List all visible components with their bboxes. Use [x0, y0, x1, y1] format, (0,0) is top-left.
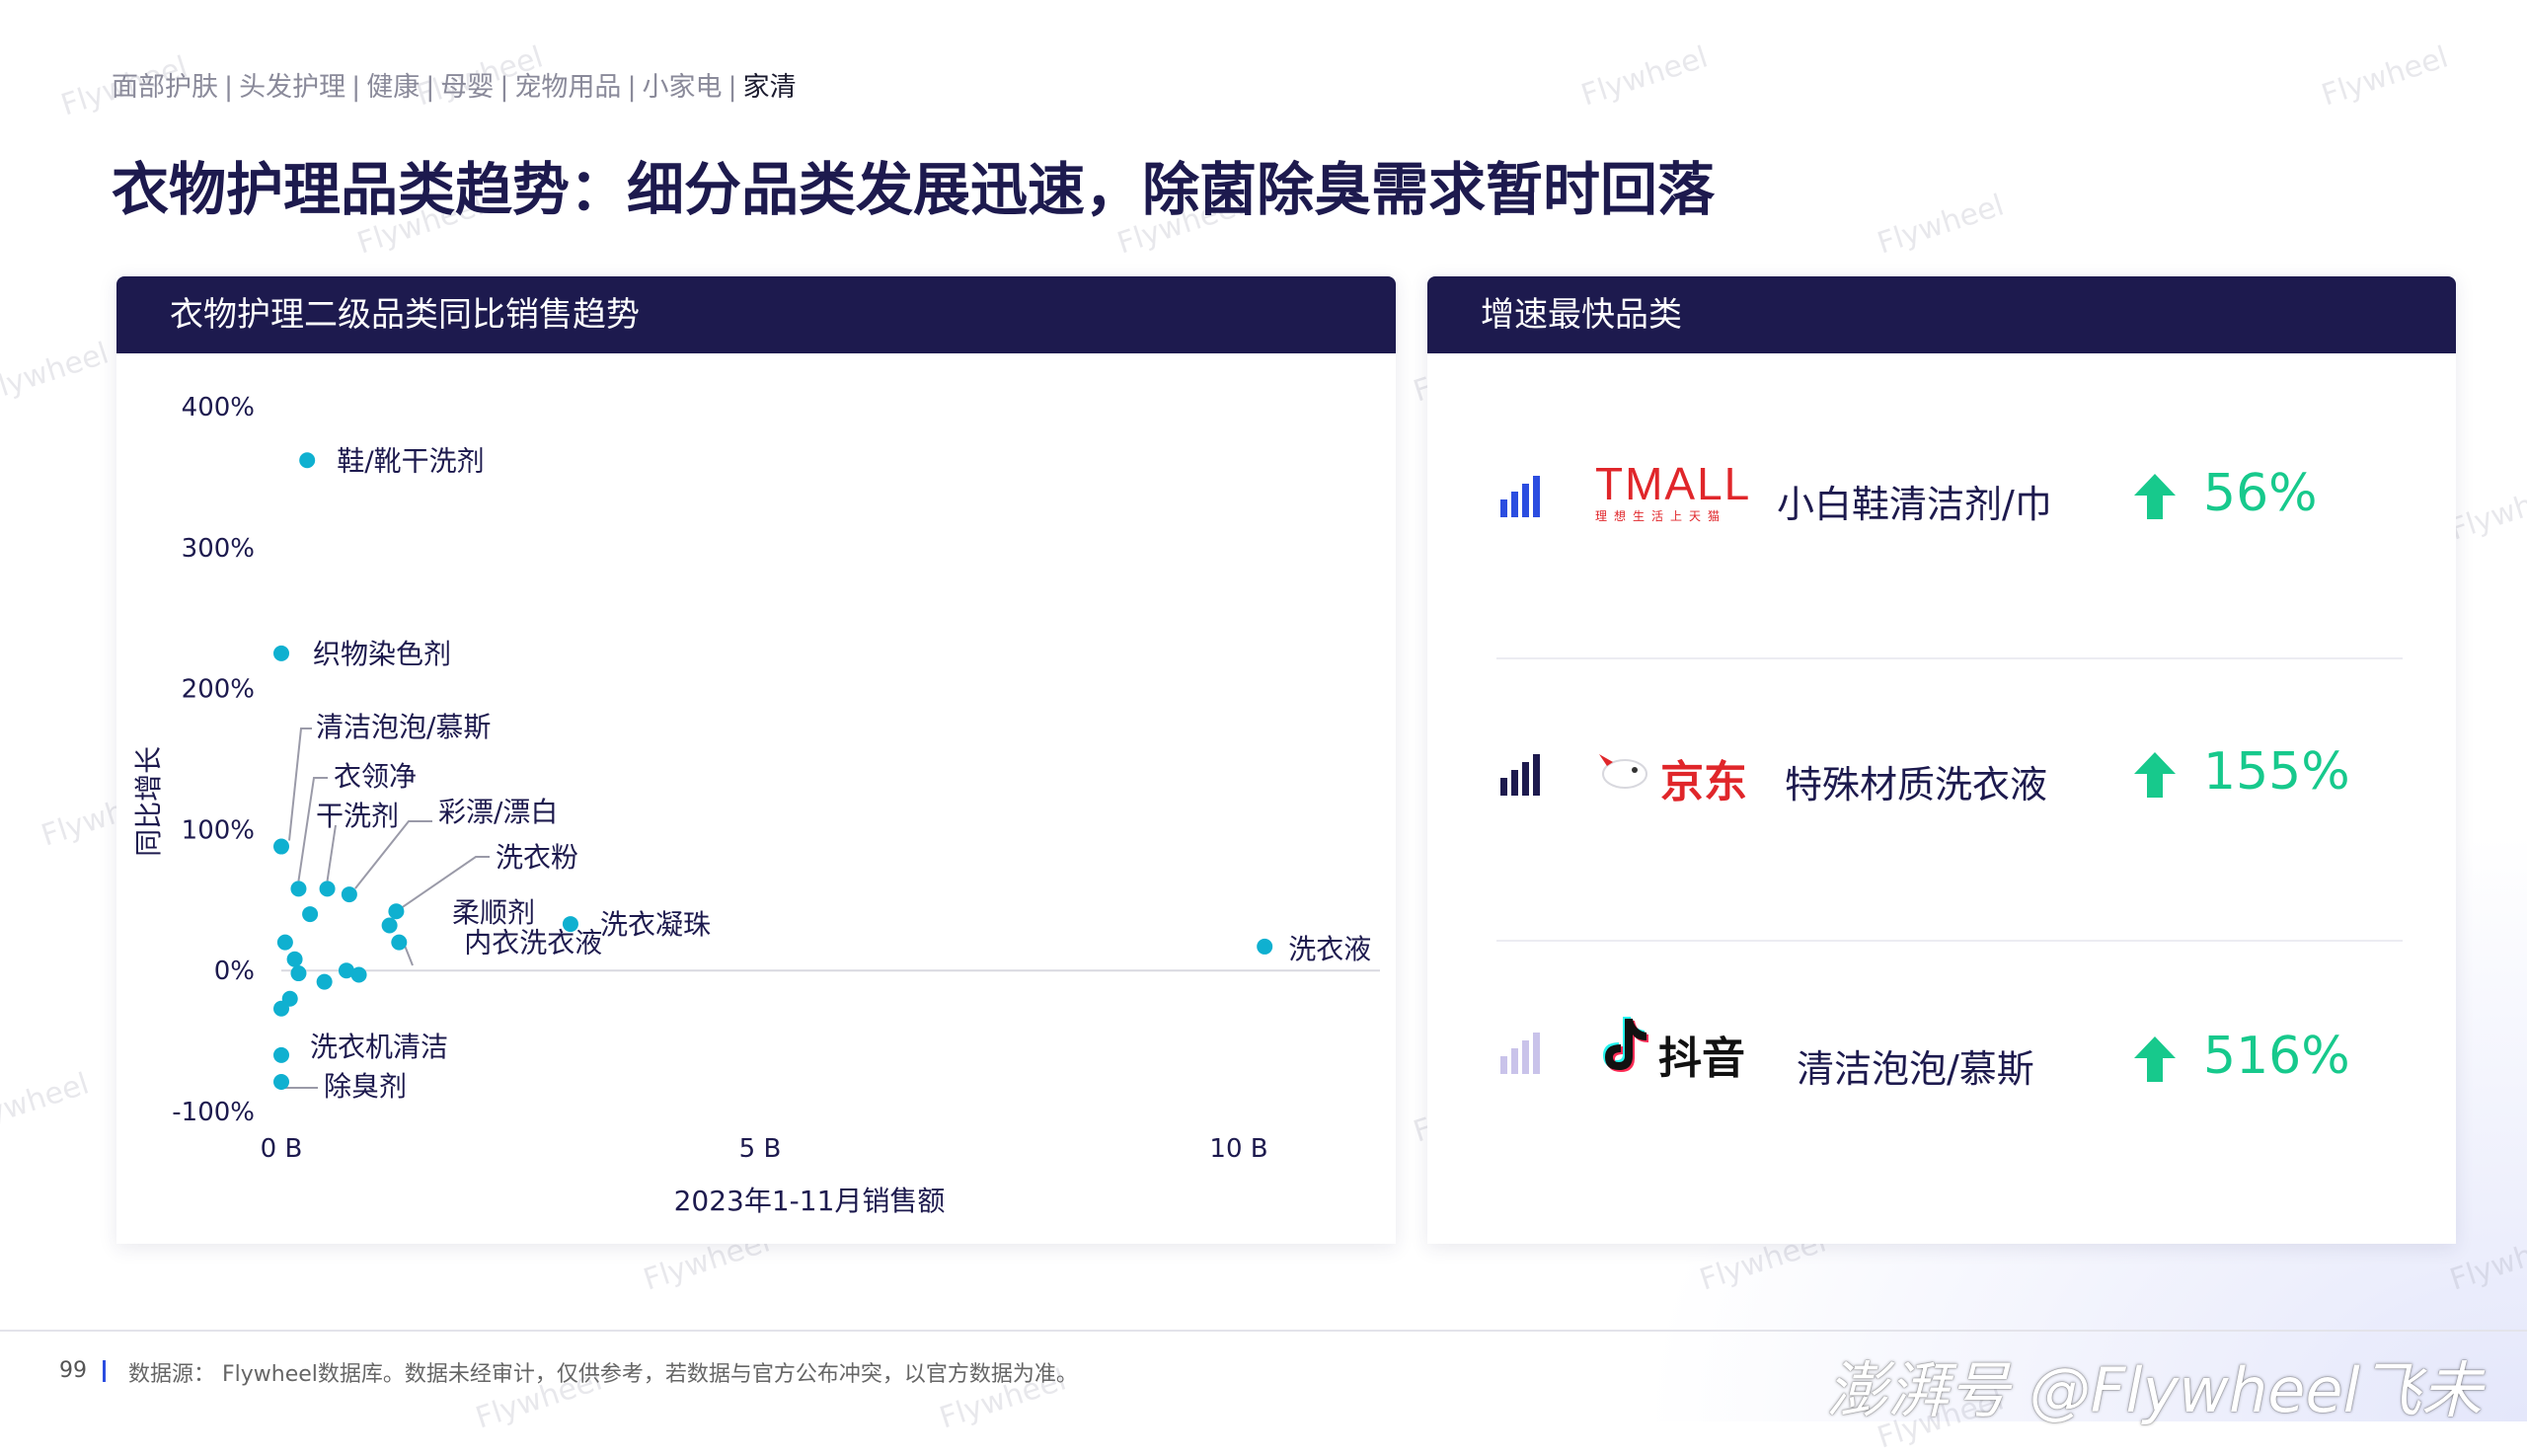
data-label: 洗衣凝珠 [600, 908, 711, 941]
x-tick-label: 5 B [739, 1134, 782, 1164]
data-point [273, 1046, 289, 1063]
data-point [290, 881, 307, 897]
data-label: 洗衣液 [1288, 933, 1371, 965]
data-label: 干洗剂 [316, 800, 399, 832]
data-label: 清洁泡泡/慕斯 [316, 711, 491, 743]
data-source-note: 数据源： Flywheel数据库。数据未经审计，仅供参考，若数据与官方公布冲突，… [128, 1362, 1078, 1387]
signal-bars-icon [1500, 476, 1540, 517]
breadcrumb-separator: | [499, 72, 509, 103]
footer-divider [0, 1330, 2527, 1332]
watermark-text: Flywheel [2445, 474, 2527, 548]
data-point [316, 973, 333, 990]
growth-category: 小白鞋清洁剂/巾 [1777, 483, 2052, 526]
watermark-text: Flywheel [2317, 39, 2453, 114]
data-point [391, 934, 408, 951]
data-label: 织物染色剂 [313, 638, 451, 670]
arrow-up-icon [2134, 474, 2176, 519]
breadcrumb-item[interactable]: 面部护肤 [112, 72, 218, 103]
y-tick-label: 200% [182, 675, 255, 705]
y-tick-label: 400% [182, 393, 255, 422]
growth-value: 155% [2203, 742, 2350, 802]
watermark-text: Flywheel [0, 336, 114, 410]
data-point [273, 645, 289, 661]
breadcrumb-separator: | [351, 72, 361, 103]
x-tick-label: 0 B [261, 1134, 303, 1164]
leader-line [404, 946, 414, 966]
x-tick-label: 10 B [1209, 1134, 1267, 1164]
y-tick-label: 100% [182, 815, 255, 845]
data-point [302, 906, 319, 923]
chart-panel: 衣物护理二级品类同比销售趋势 400% 300% 200% 100% 0% -100% 0… [116, 276, 1396, 1244]
x-axis-label: 2023年1-11月销售额 [674, 1185, 946, 1217]
growth-row-tmall: TMALL 理想生活上天猫 小白鞋清洁剂/巾 56% [1427, 405, 2456, 602]
signal-bars-icon [1500, 1033, 1540, 1074]
jd-dog-icon [1599, 754, 1647, 789]
data-point [273, 838, 289, 855]
watermark-text: Flywheel [1576, 39, 1713, 114]
data-label: 除臭剂 [324, 1070, 407, 1103]
data-label: 内衣洗衣液 [464, 927, 602, 959]
data-point [388, 903, 405, 920]
data-point [350, 966, 367, 983]
growth-row-jd: 京东 特殊材质洗衣液 155% [1427, 685, 2456, 882]
y-tick-label: 300% [182, 534, 255, 564]
data-label: 洗衣机清洁 [310, 1031, 448, 1063]
data-point [273, 1000, 289, 1017]
data-label: 彩漂/漂白 [438, 796, 558, 828]
breadcrumb: 面部护肤 | 头发护理 | 健康 | 母婴 | 宠物用品 | 小家电 | 家清 [112, 65, 797, 104]
fastest-growth-panel: 增速最快品类 TMALL 理想生活上天猫 小白鞋清洁剂/巾 56% 京东 特殊材… [1427, 276, 2456, 1244]
growth-row-douyin: 抖音 清洁泡泡/慕斯 516% [1427, 965, 2456, 1163]
breadcrumb-separator: | [224, 72, 234, 103]
arrow-up-icon [2134, 1036, 2176, 1082]
y-tick-label: 0% [214, 957, 255, 986]
data-point [299, 452, 316, 469]
scatter-chart: 400% 300% 200% 100% 0% -100% 0 B 5 B 10 B 鞋/靴干洗… [132, 393, 1380, 1217]
breadcrumb-item[interactable]: 母婴 [440, 72, 494, 103]
signal-bars-icon [1500, 754, 1540, 796]
growth-value: 516% [2203, 1027, 2350, 1086]
data-label: 洗衣粉 [496, 841, 578, 874]
tmall-logo: TMALL 理想生活上天猫 [1595, 458, 1752, 523]
data-label: 柔顺剂 [452, 896, 535, 929]
data-point [319, 881, 336, 897]
data-point [341, 886, 357, 903]
watermark-text: Flywheel [1873, 188, 2009, 262]
breadcrumb-separator: | [727, 72, 737, 103]
y-axis-label: 同比增长 [132, 746, 165, 857]
arrow-up-icon [2134, 752, 2176, 798]
breadcrumb-separator: | [627, 72, 637, 103]
growth-value: 56% [2203, 464, 2318, 523]
chart-panel-header: 衣物护理二级品类同比销售趋势 [116, 276, 1396, 353]
watermark-text: Flywheel [0, 1066, 94, 1140]
breadcrumb-item[interactable]: 头发护理 [239, 72, 345, 103]
douyin-note-icon [1603, 1017, 1648, 1072]
page-title: 衣物护理品类趋势：细分品类发展迅速，除菌除臭需求暂时回落 [112, 156, 1716, 223]
data-point [290, 965, 307, 982]
growth-category: 特殊材质洗衣液 [1785, 763, 2048, 806]
data-point [286, 951, 303, 967]
growth-category: 清洁泡泡/慕斯 [1797, 1047, 2034, 1091]
row-divider [1496, 940, 2403, 942]
breadcrumb-separator: | [425, 72, 435, 103]
breadcrumb-item[interactable]: 小家电 [643, 72, 723, 103]
leader-line [326, 824, 337, 881]
fastest-growth-header: 增速最快品类 [1427, 276, 2456, 353]
data-point [1257, 938, 1273, 955]
brand-watermark: 澎湃号 @Flywheel飞未 [1826, 1354, 2483, 1426]
page-number-bar [103, 1360, 106, 1382]
leader-line [280, 1087, 318, 1091]
row-divider [1496, 657, 2403, 659]
data-label: 衣领净 [334, 760, 417, 793]
breadcrumb-item[interactable]: 宠物用品 [514, 72, 621, 103]
breadcrumb-item[interactable]: 家清 [743, 72, 797, 103]
data-point [381, 917, 398, 934]
page-number: 99 [59, 1358, 87, 1383]
data-point [276, 934, 293, 951]
leader-line [288, 728, 312, 841]
y-tick-label: -100% [172, 1098, 255, 1127]
breadcrumb-item[interactable]: 健康 [366, 72, 420, 103]
data-label: 鞋/靴干洗剂 [337, 444, 484, 477]
data-point [273, 1074, 289, 1091]
